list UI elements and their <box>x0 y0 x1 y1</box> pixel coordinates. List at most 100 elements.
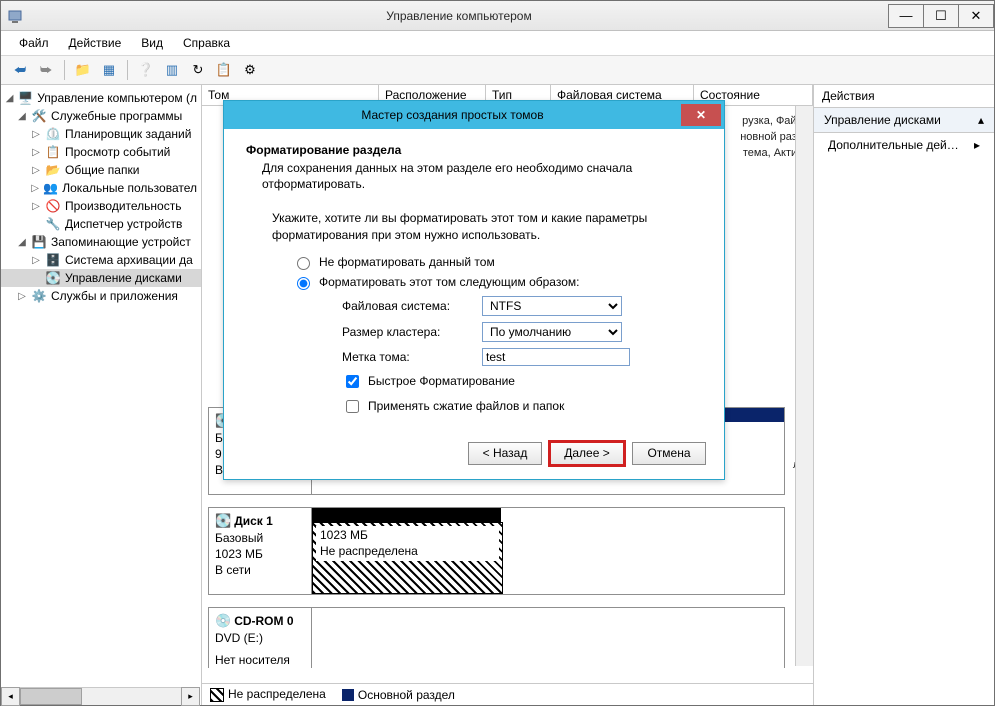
separator <box>64 60 65 80</box>
disk-body <box>312 608 784 668</box>
checkbox-label: Быстрое Форматирование <box>368 374 515 388</box>
radio-format[interactable]: Форматировать этот том следующим образом… <box>292 274 702 290</box>
tree-diskmgmt[interactable]: 💽Управление дисками <box>1 269 201 287</box>
tree-services[interactable]: ▷⚙️Службы и приложения <box>1 287 201 305</box>
disk-type: DVD (E:) <box>215 630 305 646</box>
disk-name: CD-ROM 0 <box>234 614 293 628</box>
tree-sharedfolders[interactable]: ▷📂Общие папки <box>1 161 201 179</box>
checkbox-quick-format[interactable] <box>346 375 359 388</box>
close-button[interactable]: ✕ <box>958 4 994 28</box>
folder-icon[interactable]: 📁 <box>72 59 94 81</box>
tree-eventviewer[interactable]: ▷📋Просмотр событий <box>1 143 201 161</box>
tree-devmgr[interactable]: 🔧Диспетчер устройств <box>1 215 201 233</box>
peek-text: новной разд <box>740 130 803 145</box>
tree-scheduler[interactable]: ▷⏲️Планировщик заданий <box>1 125 201 143</box>
scroll-thumb[interactable] <box>20 688 82 705</box>
titlebar: Управление компьютером — ☐ ✕ <box>1 1 994 31</box>
back-button[interactable]: < Назад <box>468 442 542 465</box>
wizard-footer: < Назад Далее > Отмена <box>224 432 724 479</box>
row-quick-format[interactable]: Быстрое Форматирование <box>342 372 702 391</box>
menu-file[interactable]: Файл <box>9 33 59 53</box>
disk-status: Нет носителя <box>215 652 305 668</box>
input-volume-label[interactable] <box>482 348 630 366</box>
tree-label: Производительность <box>65 199 181 213</box>
legend-label: Не распределена <box>228 687 326 701</box>
action-more[interactable]: Дополнительные дей… ▸ <box>814 133 994 157</box>
tree-perf[interactable]: ▷🚫Производительность <box>1 197 201 215</box>
export-icon[interactable]: 📋 <box>213 59 235 81</box>
wizard-prompt: Укажите, хотите ли вы форматировать этот… <box>272 210 702 244</box>
disk-header: 💿CD-ROM 0 DVD (E:) Нет носителя <box>209 608 312 668</box>
help-icon[interactable]: ❔ <box>135 59 157 81</box>
volume-bar <box>312 508 501 522</box>
peek-text: тема, Актив <box>743 146 803 161</box>
disk-body[interactable]: 1023 МБ Не распределена <box>312 508 784 594</box>
wizard-title: Мастер создания простых томов <box>224 108 681 122</box>
wizard-dialog: Мастер создания простых томов ✕ Форматир… <box>223 100 725 480</box>
menu-help[interactable]: Справка <box>173 33 240 53</box>
unallocated-region[interactable]: 1023 МБ Не распределена <box>312 522 503 594</box>
disk-name: Диск 1 <box>234 514 273 528</box>
vertical-scrollbar[interactable] <box>795 106 813 666</box>
tree-storage[interactable]: ◢💾Запоминающие устройст <box>1 233 201 251</box>
scroll-left-button[interactable]: ◂ <box>1 687 20 706</box>
toolbar: ⮨ ⮩ 📁 ▦ ❔ ▥ ↻ 📋 ⚙ <box>1 56 994 85</box>
tree-utilities[interactable]: ◢🛠️Служебные программы <box>1 107 201 125</box>
menu-action[interactable]: Действие <box>59 33 132 53</box>
vol-size: 1023 МБ <box>320 528 495 544</box>
settings-icon[interactable]: ⚙ <box>239 59 261 81</box>
tree-label: Управление дисками <box>65 271 182 285</box>
wizard-close-button[interactable]: ✕ <box>681 104 721 126</box>
legend: Не распределена Основной раздел <box>202 683 813 705</box>
tree-label: Планировщик заданий <box>65 127 191 141</box>
radio-label: Не форматировать данный том <box>319 255 495 269</box>
wizard-titlebar[interactable]: Мастер создания простых томов ✕ <box>224 101 724 129</box>
tree-backup[interactable]: ▷🗄️Система архивации да <box>1 251 201 269</box>
select-filesystem[interactable]: NTFS <box>482 296 622 316</box>
disk-row[interactable]: 💽Диск 1 Базовый 1023 МБ В сети 1023 МБ Н… <box>208 507 785 595</box>
disk-status: В сети <box>215 562 305 578</box>
wizard-heading: Форматирование раздела <box>246 143 702 157</box>
select-allocation[interactable]: По умолчанию <box>482 322 622 342</box>
tree-label: Диспетчер устройств <box>65 217 182 231</box>
collapse-icon: ▴ <box>978 113 984 127</box>
next-button[interactable]: Далее > <box>550 442 624 465</box>
app-icon <box>7 8 23 24</box>
forward-button[interactable]: ⮩ <box>35 59 57 81</box>
view-icon[interactable]: ▥ <box>161 59 183 81</box>
tree-label: Службы и приложения <box>51 289 178 303</box>
tree-scrollbar[interactable]: ◂ ▸ <box>1 687 200 705</box>
cancel-button[interactable]: Отмена <box>632 442 706 465</box>
vol-state: Не распределена <box>320 544 495 560</box>
tree-label: Служебные программы <box>51 109 182 123</box>
tree-label: Общие папки <box>65 163 139 177</box>
tree-label: Система архивации да <box>65 253 193 267</box>
radio-no-format-input[interactable] <box>297 257 310 270</box>
tree-root[interactable]: ◢🖥️Управление компьютером (л <box>1 89 201 107</box>
checkbox-compression[interactable] <box>346 400 359 413</box>
back-button[interactable]: ⮨ <box>9 59 31 81</box>
radio-format-input[interactable] <box>297 277 310 290</box>
tree-localusers[interactable]: ▷👥Локальные пользовател <box>1 179 201 197</box>
label-allocation: Размер кластера: <box>342 325 472 339</box>
legend-swatch-primary <box>342 689 354 701</box>
refresh-icon[interactable]: ↻ <box>187 59 209 81</box>
disk-header: 💽Диск 1 Базовый 1023 МБ В сети <box>209 508 312 594</box>
legend-label: Основной раздел <box>358 688 455 702</box>
actions-header: Действия <box>814 85 994 108</box>
tree-label: Управление компьютером (л <box>37 91 197 105</box>
row-allocation: Размер кластера: По умолчанию <box>342 322 702 342</box>
properties-icon[interactable]: ▦ <box>98 59 120 81</box>
menu-view[interactable]: Вид <box>131 33 173 53</box>
radio-no-format[interactable]: Не форматировать данный том <box>292 254 702 270</box>
scroll-right-button[interactable]: ▸ <box>181 687 200 706</box>
row-compression[interactable]: Применять сжатие файлов и папок <box>342 397 702 416</box>
menubar: Файл Действие Вид Справка <box>1 31 994 56</box>
maximize-button[interactable]: ☐ <box>923 4 959 28</box>
action-label: Дополнительные дей… <box>828 138 959 152</box>
disk-row[interactable]: 💿CD-ROM 0 DVD (E:) Нет носителя <box>208 607 785 668</box>
action-diskmgmt[interactable]: Управление дисками ▴ <box>814 108 994 133</box>
row-volume-label: Метка тома: <box>342 348 702 366</box>
disk-size: 1023 МБ <box>215 546 305 562</box>
minimize-button[interactable]: — <box>888 4 924 28</box>
